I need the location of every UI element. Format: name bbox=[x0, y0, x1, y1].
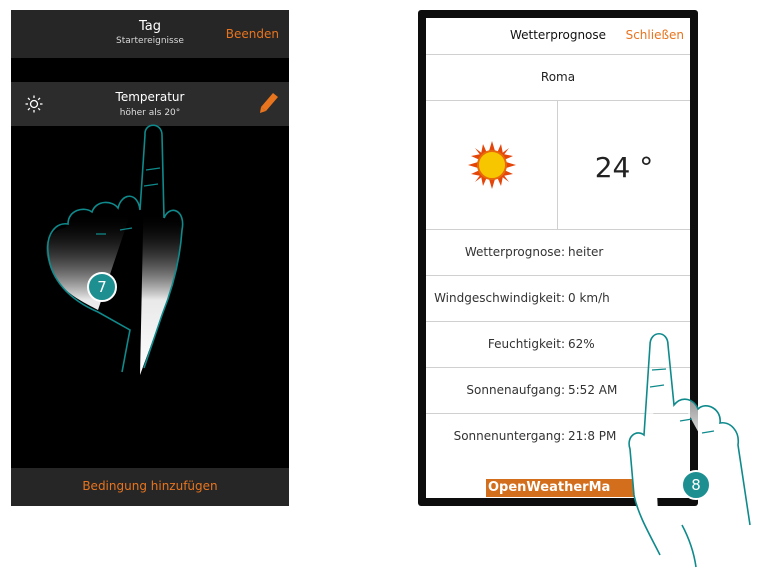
info-value: heiter bbox=[568, 245, 604, 259]
left-header: Tag Startereignisse Beenden bbox=[11, 10, 289, 58]
temperature-value: 24 ° bbox=[594, 151, 654, 184]
openweathermap-logo[interactable]: OpenWeatherMa bbox=[486, 479, 646, 497]
weather-summary: 24 ° bbox=[426, 101, 690, 230]
end-button[interactable]: Beenden bbox=[226, 27, 279, 41]
info-value: 0 km/h bbox=[568, 291, 610, 305]
info-label: Feuchtigkeit: bbox=[487, 337, 565, 351]
city-row: Roma bbox=[426, 55, 690, 101]
condition-subtitle: höher als 20° bbox=[119, 108, 181, 118]
info-label: Sonnenuntergang: bbox=[453, 429, 565, 443]
condition-row-temperature[interactable]: Temperatur höher als 20° bbox=[11, 82, 289, 126]
city-name: Roma bbox=[540, 70, 576, 84]
left-app-screen: Tag Startereignisse Beenden Temperatur h… bbox=[11, 10, 289, 506]
info-label: Sonnenaufgang: bbox=[466, 383, 565, 397]
pencil-icon[interactable] bbox=[259, 92, 279, 114]
right-phone-frame: Wetterprognose Schließen Roma 24 ° Wette… bbox=[418, 10, 698, 506]
condition-title: Temperatur bbox=[115, 90, 185, 104]
info-value: 21:8 PM bbox=[568, 429, 617, 443]
step-badge-8: 8 bbox=[681, 470, 711, 500]
info-row-forecast: Wetterprognose: heiter bbox=[426, 230, 690, 276]
info-row-sunset: Sonnenuntergang: 21:8 PM bbox=[426, 414, 690, 459]
info-row-wind: Windgeschwindigkeit: 0 km/h bbox=[426, 276, 690, 322]
info-row-humidity: Feuchtigkeit: 62% bbox=[426, 322, 690, 368]
right-header: Wetterprognose Schließen bbox=[426, 18, 690, 55]
close-button[interactable]: Schließen bbox=[626, 28, 684, 42]
info-row-sunrise: Sonnenaufgang: 5:52 AM bbox=[426, 368, 690, 414]
add-condition-label: Bedingung hinzufügen bbox=[82, 479, 218, 493]
info-value: 5:52 AM bbox=[568, 383, 618, 397]
info-label: Wetterprognose: bbox=[464, 245, 565, 259]
step-badge-7: 7 bbox=[87, 272, 117, 302]
right-app-screen: Wetterprognose Schließen Roma 24 ° Wette… bbox=[426, 18, 690, 498]
info-value: 62% bbox=[568, 337, 595, 351]
provider-logo-text: OpenWeatherMa bbox=[488, 480, 611, 495]
info-label: Windgeschwindigkeit: bbox=[434, 291, 565, 305]
sun-icon bbox=[468, 141, 516, 189]
add-condition-button[interactable]: Bedingung hinzufügen bbox=[11, 468, 289, 506]
